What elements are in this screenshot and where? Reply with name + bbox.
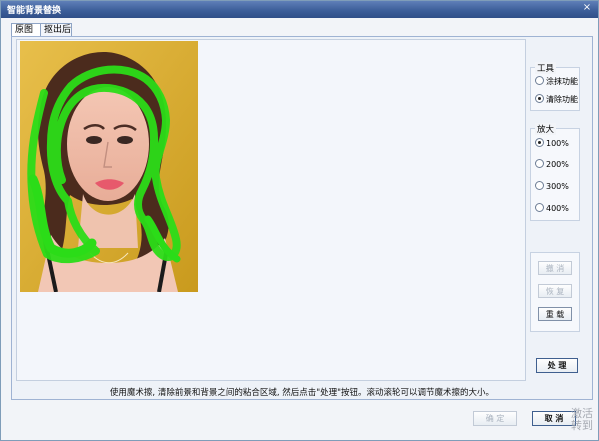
ok-button[interactable]: 确 定 (473, 411, 517, 426)
watermark-line-2: 转到 (571, 419, 593, 432)
zoom-300-label: 300% (546, 182, 569, 191)
edit-actions-group: 撤 消 恢 复 重 载 (530, 252, 580, 332)
zoom-group-title: 放大 (535, 123, 557, 135)
canvas[interactable] (16, 39, 526, 381)
radio-icon (535, 203, 544, 212)
portrait-drawing (20, 41, 198, 292)
process-button[interactable]: 处 理 (536, 358, 578, 373)
image-frame: 工具 涂抹功能 清除功能 放大 100% 200% 300% 400% 撤 消 … (11, 36, 593, 400)
window-title: 智能背景替换 (7, 6, 62, 16)
zoom-200-option[interactable]: 200% (535, 159, 569, 169)
zoom-300-option[interactable]: 300% (535, 181, 569, 191)
reset-button[interactable]: 重 载 (538, 307, 572, 321)
radio-icon (535, 94, 544, 103)
right-eye (117, 136, 133, 144)
dialog-window: 智能背景替换 × 原图 抠出后 工具 涂抹功能 清除功能 放大 100% 200… (0, 0, 599, 441)
close-icon[interactable]: × (581, 2, 593, 14)
left-eye (86, 136, 102, 144)
erase-option-label: 清除功能 (546, 95, 578, 104)
zoom-100-label: 100% (546, 139, 569, 148)
zoom-400-option[interactable]: 400% (535, 203, 569, 213)
smear-option-label: 涂抹功能 (546, 77, 578, 86)
portrait-image[interactable] (20, 41, 198, 292)
cancel-button[interactable]: 取 消 (532, 411, 576, 426)
smear-option[interactable]: 涂抹功能 (535, 76, 578, 87)
tools-group: 工具 涂抹功能 清除功能 (530, 62, 580, 111)
zoom-400-label: 400% (546, 204, 569, 213)
zoom-100-option[interactable]: 100% (535, 138, 569, 148)
activation-watermark: 激活 转到 (571, 408, 593, 432)
title-bar: 智能背景替换 × (1, 1, 598, 18)
redo-button[interactable]: 恢 复 (538, 284, 572, 298)
radio-icon (535, 181, 544, 190)
radio-icon (535, 76, 544, 85)
radio-icon (535, 138, 544, 147)
zoom-group: 放大 100% 200% 300% 400% (530, 123, 580, 221)
radio-icon (535, 159, 544, 168)
tools-group-title: 工具 (535, 62, 557, 74)
erase-option[interactable]: 清除功能 (535, 94, 578, 105)
undo-button[interactable]: 撤 消 (538, 261, 572, 275)
instruction-text: 使用魔术擦, 清除前景和背景之间的粘合区域, 然后点击"处理"按钮。滚动滚轮可以… (109, 388, 495, 398)
zoom-200-label: 200% (546, 160, 569, 169)
tab-extracted[interactable]: 抠出后 (40, 23, 72, 37)
